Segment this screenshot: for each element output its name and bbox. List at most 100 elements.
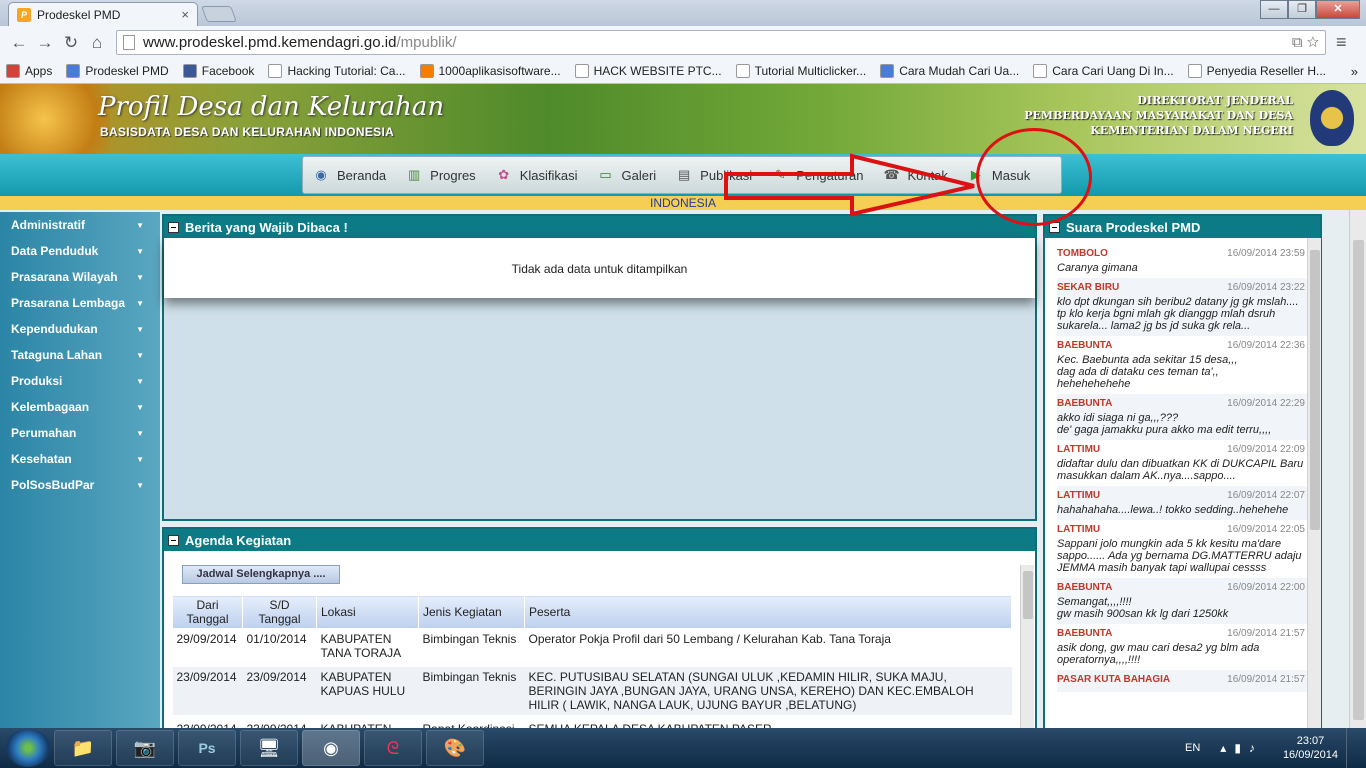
sidebar-item-polsosbudpar[interactable]: PolSosBudPar ▼ bbox=[0, 472, 160, 498]
page-scrollbar[interactable] bbox=[1349, 210, 1366, 728]
message-date: 16/09/2014 21:57 bbox=[1227, 628, 1305, 639]
window-close-button[interactable]: ✕ bbox=[1316, 0, 1360, 19]
list-item: TOMBOLO 16/09/2014 23:59 Caranya gimana bbox=[1057, 244, 1307, 278]
message-date: 16/09/2014 22:07 bbox=[1227, 490, 1305, 501]
bookmark-item[interactable]: Prodeskel PMD bbox=[66, 64, 169, 78]
browser-tabstrip: P Prodeskel PMD × — ❐ ✕ bbox=[0, 0, 1366, 26]
site-subtitle: BASISDATA DESA DAN KELURAHAN INDONESIA bbox=[100, 125, 395, 139]
suara-scrollbar[interactable] bbox=[1307, 238, 1321, 728]
back-arrow-icon[interactable]: ← bbox=[6, 33, 32, 53]
language-indicator[interactable]: EN bbox=[1185, 742, 1200, 754]
network-taskbar-icon[interactable]: 🖥 bbox=[240, 730, 298, 766]
new-tab-button[interactable] bbox=[201, 6, 237, 22]
show-desktop-button[interactable] bbox=[1346, 728, 1356, 768]
minimize-button[interactable]: — bbox=[1260, 0, 1288, 19]
sidebar-item-perumahan[interactable]: Perumahan ▼ bbox=[0, 420, 160, 446]
bookmark-favicon-icon bbox=[419, 64, 434, 78]
bookmark-item[interactable]: Cara Cari Uang Di In... bbox=[1033, 64, 1174, 78]
table-cell: KABUPATEN KAPUAS HULU bbox=[316, 665, 419, 719]
sidebar-item-produksi[interactable]: Produksi ▼ bbox=[0, 368, 160, 394]
explorer-taskbar-icon[interactable]: 📁 bbox=[54, 730, 112, 766]
start-button[interactable] bbox=[6, 729, 50, 767]
photoshop-taskbar-icon[interactable]: Ps bbox=[178, 730, 236, 766]
bookmark-favicon-icon bbox=[735, 64, 750, 78]
message-line: dag ada di dataku ces teman ta',, bbox=[1057, 366, 1219, 378]
app-taskbar-icon[interactable]: ᘓ bbox=[364, 730, 422, 766]
col-sd-tanggal: S/D Tanggal bbox=[242, 595, 317, 629]
list-item: BAEBUNTA 16/09/2014 22:29 akko idi siaga n… bbox=[1057, 394, 1307, 440]
bookmark-item[interactable]: Apps bbox=[6, 64, 52, 78]
browser-tab[interactable]: P Prodeskel PMD × bbox=[8, 2, 198, 26]
bookmark-star-icon[interactable]: ⧉ ☆ bbox=[1292, 34, 1319, 51]
sidebar-item-prasarana-lembaga[interactable]: Prasarana Lembaga ▼ bbox=[0, 290, 160, 316]
message-line: Sappani jolo mungkin ada 5 kk kesitu ma'… bbox=[1057, 538, 1282, 550]
message-date: 16/09/2014 22:29 bbox=[1227, 398, 1305, 409]
bookmark-item[interactable]: Cara Mudah Cari Ua... bbox=[880, 64, 1019, 78]
paint-taskbar-icon[interactable]: 🎨 bbox=[426, 730, 484, 766]
jadwal-selengkapnya-button[interactable]: Jadwal Selengkapnya .... bbox=[182, 565, 340, 584]
reload-icon[interactable]: ↻ bbox=[58, 33, 84, 53]
system-tray: EN ▴▮♪ 23:07 16/09/2014 bbox=[1185, 728, 1356, 768]
chevron-down-icon: ▼ bbox=[136, 272, 144, 282]
agenda-scroll-thumb[interactable] bbox=[1023, 571, 1033, 619]
message-date: 16/09/2014 22:09 bbox=[1227, 444, 1305, 455]
minimize-panel-icon[interactable] bbox=[168, 221, 179, 233]
maximize-button[interactable]: ❐ bbox=[1288, 0, 1316, 19]
sidebar-item-administratif[interactable]: Administratif ▼ bbox=[0, 212, 160, 238]
bookmark-favicon-icon bbox=[1033, 64, 1048, 78]
message-text: Caranya gimana bbox=[1057, 262, 1305, 274]
forward-arrow-icon[interactable]: → bbox=[32, 33, 58, 53]
bookmark-item[interactable]: Facebook bbox=[182, 64, 254, 78]
chrome-menu-icon[interactable]: ≡ bbox=[1336, 32, 1347, 53]
tab-close-icon[interactable]: × bbox=[181, 7, 189, 22]
bookmarks-list: Apps Prodeskel PMD Facebook Hacking Tutoria… bbox=[6, 64, 1340, 78]
sidebar-item-label: Kelembagaan bbox=[11, 400, 90, 414]
suara-scroll-thumb[interactable] bbox=[1310, 250, 1320, 530]
sidebar-item-kelembagaan[interactable]: Kelembagaan ▼ bbox=[0, 394, 160, 420]
message-author: TOMBOLO bbox=[1057, 248, 1108, 259]
camera-taskbar-icon[interactable]: 📷 bbox=[116, 730, 174, 766]
nav-item-progres[interactable]: ▥ Progres bbox=[406, 167, 476, 183]
sidebar-item-prasarana-wilayah[interactable]: Prasarana Wilayah ▼ bbox=[0, 264, 160, 290]
berita-content: Tidak ada data untuk ditampilkan bbox=[164, 238, 1035, 298]
home-icon[interactable]: ⌂ bbox=[84, 33, 110, 53]
address-bar[interactable]: www.prodeskel.pmd.kemendagri.go.id /mpub… bbox=[116, 30, 1326, 55]
chrome-taskbar-icon[interactable]: ◉ bbox=[302, 730, 360, 766]
message-line: Kec. Baebunta ada sekitar 15 desa,,, bbox=[1057, 354, 1238, 366]
chevron-down-icon: ▼ bbox=[136, 298, 144, 308]
table-cell: 23/09/2014 bbox=[172, 665, 243, 719]
bookmark-label: Tutorial Multiclicker... bbox=[754, 64, 867, 78]
sidebar-item-data-penduduk[interactable]: Data Penduduk ▼ bbox=[0, 238, 160, 264]
bookmark-label: Cara Cari Uang Di In... bbox=[1052, 64, 1174, 78]
sidebar-item-tataguna-lahan[interactable]: Tataguna Lahan ▼ bbox=[0, 342, 160, 368]
table-row: 23/09/2014 23/09/2014 KABUPATEN KAPUAS HUL… bbox=[172, 665, 1012, 719]
bookmark-item[interactable]: 1000aplikasisoftware... bbox=[419, 64, 561, 78]
clock[interactable]: 23:07 16/09/2014 bbox=[1283, 734, 1338, 762]
sidebar-item-kependudukan[interactable]: Kependudukan ▼ bbox=[0, 316, 160, 342]
nav-item-klasifikasi[interactable]: ✿ Klasifikasi bbox=[496, 167, 577, 183]
bookmark-item[interactable]: Penyedia Reseller H... bbox=[1187, 64, 1326, 78]
berita-header: Berita yang Wajib Dibaca ! bbox=[164, 216, 1035, 238]
message-line: sukarela... lama2 jg bs jd suka gk rela.… bbox=[1057, 320, 1251, 332]
nav-item-beranda[interactable]: ◉ Beranda bbox=[313, 167, 386, 183]
message-date: 16/09/2014 23:59 bbox=[1227, 248, 1305, 259]
message-date: 16/09/2014 22:36 bbox=[1227, 340, 1305, 351]
tray-icons[interactable]: ▴▮♪ bbox=[1220, 741, 1263, 755]
list-item: LATTIMU 16/09/2014 22:09 didaftar dulu dan… bbox=[1057, 440, 1307, 486]
agenda-scrollbar[interactable] bbox=[1020, 565, 1034, 731]
bookmarks-more-button[interactable]: » bbox=[1351, 64, 1358, 79]
bookmark-item[interactable]: Tutorial Multiclicker... bbox=[735, 64, 867, 78]
message-line: hahahahaha....lewa..! tokko sedding..heh… bbox=[1057, 504, 1289, 516]
message-line: JEMMA masih banyak tapi wallupai cessss bbox=[1057, 562, 1267, 574]
message-line: Caranya gimana bbox=[1057, 262, 1138, 274]
bookmark-favicon-icon bbox=[6, 64, 20, 78]
bar-chart-icon: ▥ bbox=[408, 167, 421, 182]
suara-panel: Suara Prodeskel PMD TOMBOLO 16/09/2014 23… bbox=[1043, 214, 1322, 728]
minimize-panel-icon[interactable] bbox=[168, 534, 179, 546]
page-scroll-thumb[interactable] bbox=[1353, 240, 1364, 720]
bookmark-item[interactable]: Hacking Tutorial: Ca... bbox=[268, 64, 406, 78]
sidebar-item-kesehatan[interactable]: Kesehatan ▼ bbox=[0, 446, 160, 472]
nav-item-galeri[interactable]: ▭ Galeri bbox=[597, 167, 656, 183]
bookmark-item[interactable]: HACK WEBSITE PTC... bbox=[574, 64, 722, 78]
document-icon: ▤ bbox=[678, 167, 691, 182]
